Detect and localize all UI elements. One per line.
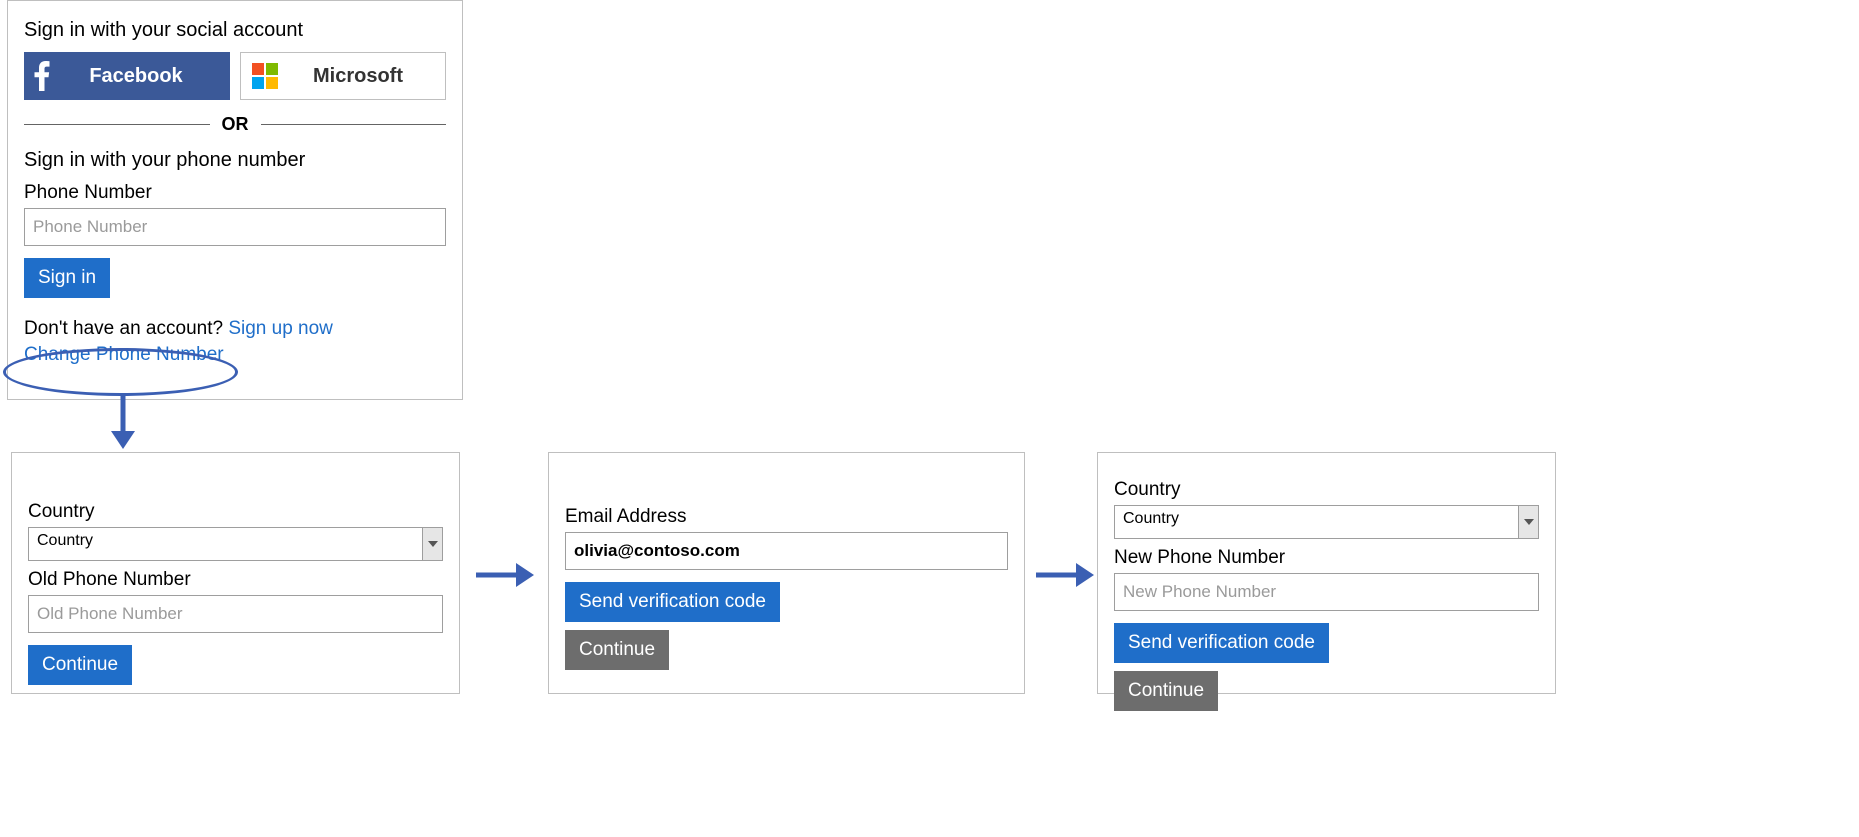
new-phone-input[interactable] — [1114, 573, 1539, 611]
facebook-label: Facebook — [60, 65, 230, 88]
microsoft-label: Microsoft — [289, 65, 445, 88]
country-label: Country — [1114, 479, 1539, 501]
phone-heading: Sign in with your phone number — [24, 149, 446, 172]
old-phone-label: Old Phone Number — [28, 569, 443, 591]
signin-panel: Sign in with your social account Faceboo… — [7, 0, 463, 400]
new-phone-label: New Phone Number — [1114, 547, 1539, 569]
country-select[interactable]: Country — [1114, 505, 1539, 539]
microsoft-button[interactable]: Microsoft — [240, 52, 446, 100]
facebook-button[interactable]: Facebook — [24, 52, 230, 100]
send-code-button[interactable]: Send verification code — [565, 582, 780, 622]
step1-panel: Country Country Old Phone Number Continu… — [11, 452, 460, 694]
email-input[interactable] — [565, 532, 1008, 570]
step3-panel: Country Country New Phone Number Send ve… — [1097, 452, 1556, 694]
social-heading: Sign in with your social account — [24, 19, 446, 42]
diagram-canvas: Sign in with your social account Faceboo… — [0, 0, 1859, 837]
social-buttons-row: Facebook Microsoft — [24, 52, 446, 100]
phone-number-label: Phone Number — [24, 182, 446, 204]
continue-button[interactable]: Continue — [28, 645, 132, 685]
send-code-button[interactable]: Send verification code — [1114, 623, 1329, 663]
email-label: Email Address — [565, 506, 1008, 528]
no-account-text: Don't have an account? — [24, 318, 228, 339]
signup-link[interactable]: Sign up now — [228, 318, 333, 339]
change-phone-link[interactable]: Change Phone Number — [24, 344, 224, 365]
continue-button[interactable]: Continue — [565, 630, 669, 670]
country-select-value: Country — [1114, 505, 1539, 539]
phone-number-input[interactable] — [24, 208, 446, 246]
continue-button[interactable]: Continue — [1114, 671, 1218, 711]
country-label: Country — [28, 501, 443, 523]
or-text: OR — [222, 114, 249, 135]
arrow-down-icon — [108, 393, 138, 451]
arrow-right-icon — [1036, 560, 1096, 590]
country-select-value: Country — [28, 527, 443, 561]
or-divider: OR — [24, 114, 446, 135]
signin-footer: Don't have an account? Sign up now Chang… — [24, 316, 446, 367]
facebook-icon — [24, 61, 60, 91]
signin-button[interactable]: Sign in — [24, 258, 110, 298]
step2-panel: Email Address Send verification code Con… — [548, 452, 1025, 694]
arrow-right-icon — [476, 560, 536, 590]
old-phone-input[interactable] — [28, 595, 443, 633]
microsoft-icon — [241, 63, 289, 89]
country-select[interactable]: Country — [28, 527, 443, 561]
